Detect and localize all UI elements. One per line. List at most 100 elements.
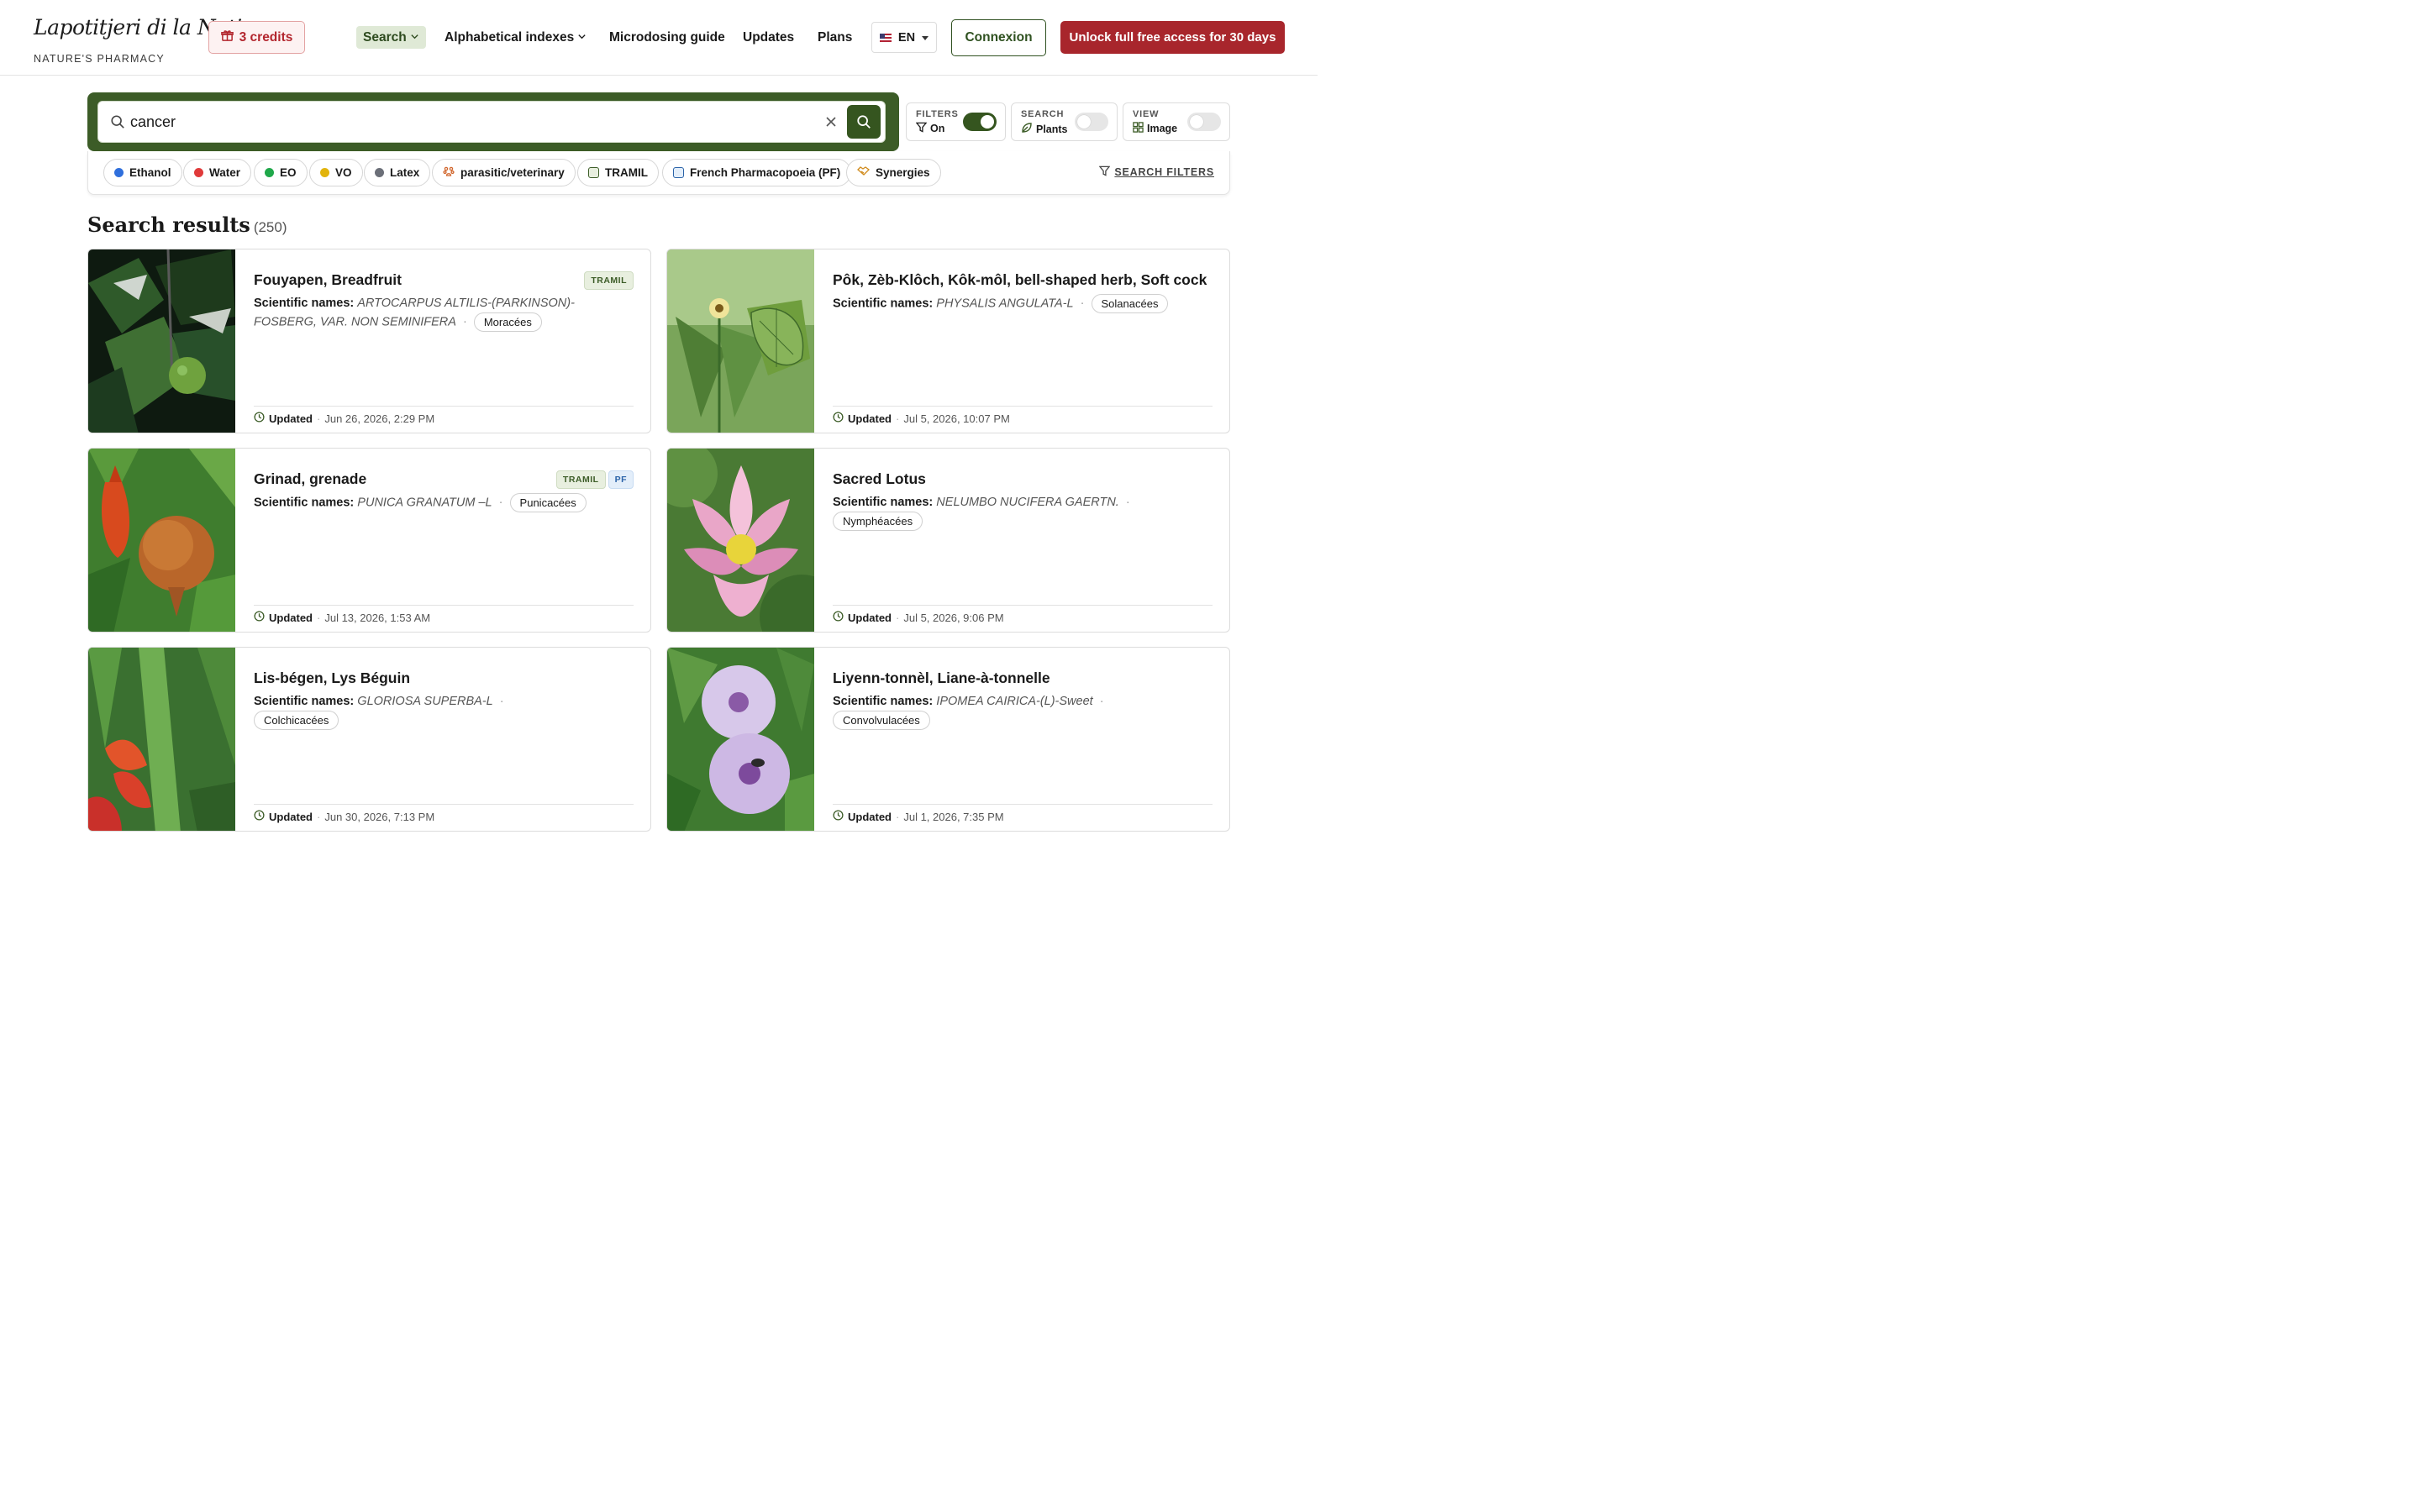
chip-latex[interactable]: Latex bbox=[364, 159, 431, 186]
connexion-button[interactable]: Connexion bbox=[951, 19, 1046, 56]
chip-tramil[interactable]: TRAMIL bbox=[577, 159, 659, 186]
result-badges: TRAMIL bbox=[584, 271, 634, 290]
result-card-body: Sacred Lotus Scientific names: NELUMBO N… bbox=[833, 449, 1213, 632]
search-mode-value-row: Plants bbox=[1021, 122, 1068, 136]
chip-eo[interactable]: EO bbox=[254, 159, 308, 186]
result-card[interactable]: Lis-bégen, Lys Béguin Scientific names: … bbox=[87, 647, 651, 832]
result-scientific-names: Scientific names: NELUMBO NUCIFERA GAERT… bbox=[833, 493, 1169, 531]
nav-search[interactable]: Search bbox=[356, 26, 426, 49]
family-tag[interactable]: Nymphéacées bbox=[833, 512, 923, 531]
updated-date: Jul 5, 2026, 9:06 PM bbox=[903, 611, 1004, 624]
chip-label: EO bbox=[280, 166, 297, 179]
chip-french-pharmacopoeia[interactable]: French Pharmacopoeia (PF) bbox=[662, 159, 852, 186]
result-scientific-names: Scientific names: GLORIOSA SUPERBA-L · C… bbox=[254, 692, 590, 730]
result-updated-row: Updated · Jun 26, 2026, 2:29 PM bbox=[254, 406, 634, 425]
nav-plans[interactable]: Plans bbox=[818, 26, 852, 49]
result-card[interactable]: Grinad, grenade TRAMIL PF Scientific nam… bbox=[87, 448, 651, 633]
chip-vo[interactable]: VO bbox=[309, 159, 363, 186]
chip-parasitic-veterinary[interactable]: parasitic/veterinary bbox=[432, 159, 576, 186]
separator: · bbox=[317, 810, 321, 823]
updated-label: Updated bbox=[269, 810, 313, 823]
funnel-icon bbox=[1098, 165, 1111, 179]
chip-label: French Pharmacopoeia (PF) bbox=[690, 166, 841, 179]
search-mode-label: SEARCH bbox=[1021, 109, 1065, 119]
search-submit-button[interactable] bbox=[847, 105, 881, 139]
clock-icon bbox=[254, 412, 265, 425]
scientific-name: GLORIOSA SUPERBA-L bbox=[357, 695, 493, 708]
separator: · bbox=[1099, 695, 1104, 708]
family-tag[interactable]: Moracées bbox=[473, 312, 542, 332]
family-tag[interactable]: Colchicacées bbox=[254, 711, 339, 730]
result-title[interactable]: Pôk, Zèb-Klôch, Kôk-môl, bell-shaped her… bbox=[833, 271, 1207, 289]
result-title[interactable]: Lis-bégen, Lys Béguin bbox=[254, 669, 410, 687]
book-icon bbox=[673, 167, 684, 178]
chip-label: parasitic/veterinary bbox=[460, 166, 565, 179]
chip-water[interactable]: Water bbox=[183, 159, 252, 186]
result-card[interactable]: Pôk, Zèb-Klôch, Kôk-môl, bell-shaped her… bbox=[666, 249, 1230, 433]
plant-image-lotus bbox=[667, 449, 814, 632]
result-updated-row: Updated · Jul 13, 2026, 1:53 AM bbox=[254, 605, 634, 624]
result-card-body: Liyenn-tonnèl, Liane-à-tonnelle Scientif… bbox=[833, 648, 1213, 831]
updated-label: Updated bbox=[269, 611, 313, 624]
result-scientific-names: Scientific names: IPOMEA CAIRICA-(L)-Swe… bbox=[833, 692, 1169, 730]
nav-search-label: Search bbox=[363, 29, 407, 45]
nav-microdosing-guide[interactable]: Microdosing guide bbox=[609, 26, 725, 49]
logo-subtitle: NATURE'S PHARMACY bbox=[34, 53, 165, 65]
chip-ethanol[interactable]: Ethanol bbox=[103, 159, 182, 186]
chip-label: Ethanol bbox=[129, 166, 171, 179]
scientific-name: PHYSALIS ANGULATA-L bbox=[936, 297, 1074, 311]
result-card-body: Lis-bégen, Lys Béguin Scientific names: … bbox=[254, 648, 634, 831]
view-switch[interactable] bbox=[1187, 113, 1221, 131]
search-input[interactable] bbox=[130, 110, 802, 134]
result-updated-row: Updated · Jul 1, 2026, 7:35 PM bbox=[833, 804, 1213, 823]
result-card-body: Grinad, grenade TRAMIL PF Scientific nam… bbox=[254, 449, 634, 632]
nav-updates[interactable]: Updates bbox=[743, 26, 794, 49]
result-title[interactable]: Fouyapen, Breadfruit bbox=[254, 271, 402, 289]
updated-label: Updated bbox=[848, 412, 892, 425]
plant-image-ipomea bbox=[667, 648, 814, 831]
search-filters-label: SEARCH FILTERS bbox=[1114, 166, 1214, 178]
funnel-icon bbox=[915, 122, 928, 135]
credits-button[interactable]: 3 credits bbox=[208, 21, 305, 54]
result-badges: TRAMIL PF bbox=[555, 470, 634, 489]
result-card[interactable]: Liyenn-tonnèl, Liane-à-tonnelle Scientif… bbox=[666, 647, 1230, 832]
nav-alphabetical-indexes[interactable]: Alphabetical indexes bbox=[445, 26, 587, 49]
separator: · bbox=[317, 611, 321, 624]
result-title[interactable]: Sacred Lotus bbox=[833, 470, 926, 488]
clear-search-icon[interactable] bbox=[823, 113, 839, 130]
scientific-name: IPOMEA CAIRICA-(L)-Sweet bbox=[936, 695, 1093, 708]
search-mode-toggle-card[interactable]: SEARCH Plants bbox=[1011, 102, 1118, 141]
site-logo[interactable]: Lapotitjeri di la Nati NATURE'S PHARMACY bbox=[34, 15, 242, 65]
filters-toggle-value: On bbox=[930, 123, 945, 134]
result-title[interactable]: Liyenn-tonnèl, Liane-à-tonnelle bbox=[833, 669, 1050, 687]
search-icon bbox=[857, 115, 871, 129]
chip-label: Synergies bbox=[876, 166, 930, 179]
result-title[interactable]: Grinad, grenade bbox=[254, 470, 366, 488]
view-toggle-value: Image bbox=[1147, 123, 1178, 134]
family-tag[interactable]: Solanacées bbox=[1091, 294, 1169, 313]
family-tag[interactable]: Punicacées bbox=[509, 493, 587, 512]
chip-label: TRAMIL bbox=[605, 166, 648, 179]
clock-icon bbox=[833, 611, 844, 624]
search-filters-link[interactable]: SEARCH FILTERS bbox=[1098, 165, 1214, 179]
search-mode-switch[interactable] bbox=[1075, 113, 1108, 131]
family-tag[interactable]: Convolvulacées bbox=[833, 711, 930, 730]
scientific-name: NELUMBO NUCIFERA GAERTN. bbox=[936, 496, 1119, 509]
results-heading: Search results (250) bbox=[87, 213, 287, 237]
updated-date: Jun 30, 2026, 7:13 PM bbox=[324, 810, 435, 823]
result-card[interactable]: Fouyapen, Breadfruit TRAMIL Scientific n… bbox=[87, 249, 651, 433]
result-scientific-names: Scientific names: PHYSALIS ANGULATA-L · … bbox=[833, 294, 1169, 313]
unlock-free-access-button[interactable]: Unlock full free access for 30 days bbox=[1060, 21, 1285, 54]
separator: · bbox=[1080, 297, 1085, 311]
result-card[interactable]: Sacred Lotus Scientific names: NELUMBO N… bbox=[666, 448, 1230, 633]
ethanol-dot-icon bbox=[114, 168, 124, 177]
eo-dot-icon bbox=[265, 168, 274, 177]
language-selector[interactable]: EN bbox=[871, 22, 937, 53]
paw-icon bbox=[443, 165, 455, 180]
chip-synergies[interactable]: Synergies bbox=[846, 159, 941, 186]
filters-switch[interactable] bbox=[963, 113, 997, 131]
book-icon bbox=[588, 167, 599, 178]
view-toggle-card[interactable]: VIEW Image bbox=[1123, 102, 1230, 141]
result-updated-row: Updated · Jun 30, 2026, 7:13 PM bbox=[254, 804, 634, 823]
filters-toggle-card[interactable]: FILTERS On bbox=[906, 102, 1006, 141]
